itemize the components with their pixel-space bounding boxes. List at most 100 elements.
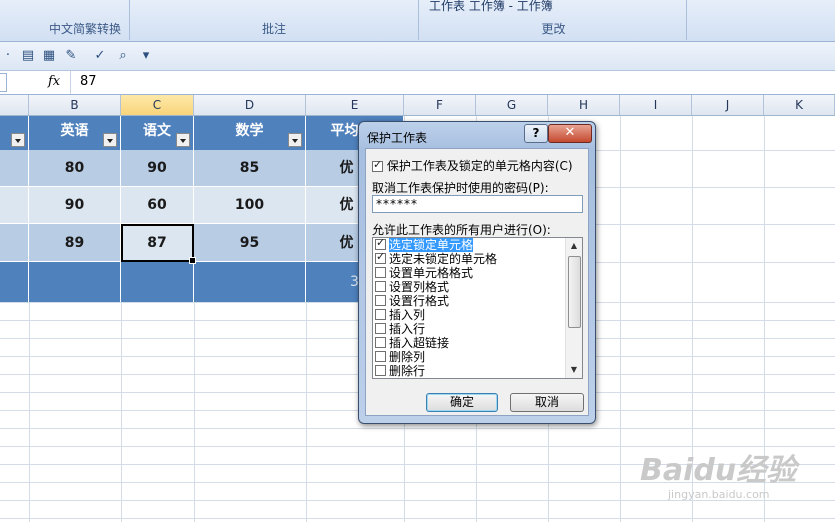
filter-dropdown-icon[interactable] (176, 133, 190, 147)
table-cell[interactable]: 60 (121, 187, 194, 224)
permission-checkbox[interactable] (375, 337, 386, 348)
protect-checkbox[interactable] (372, 158, 383, 172)
active-cell-selection[interactable] (121, 224, 196, 264)
password-label: 取消工作表保护时使用的密码(P): (372, 181, 549, 195)
column-header[interactable]: H (548, 95, 620, 115)
table-cell[interactable] (0, 187, 29, 224)
table-header-cell[interactable]: 英语 (29, 116, 121, 150)
table-cell[interactable] (0, 224, 29, 262)
column-header[interactable]: B (29, 95, 121, 115)
column-header-a[interactable] (0, 95, 29, 115)
header-english: 英语 (60, 123, 89, 139)
total-row-cell[interactable] (0, 262, 29, 302)
permission-checkbox[interactable] (375, 323, 386, 334)
column-header[interactable]: K (764, 95, 835, 115)
list-item[interactable]: 设置列格式 (375, 280, 565, 294)
scroll-up-icon[interactable]: ▲ (566, 238, 582, 254)
permission-checkbox[interactable] (375, 281, 386, 292)
print-preview-icon[interactable]: ⌕ (115, 48, 131, 64)
permissions-list[interactable]: 选定锁定单元格 选定未锁定的单元格 设置单元格格式 设置列格式 设置行格式 插入… (372, 237, 583, 379)
permission-checkbox[interactable] (375, 365, 386, 376)
list-item[interactable]: 插入行 (375, 322, 565, 336)
list-item[interactable]: 设置单元格格式 (375, 266, 565, 280)
filter-dropdown-icon[interactable] (288, 133, 302, 147)
spelling-icon[interactable]: ✓ (92, 48, 108, 64)
total-row-cell[interactable] (121, 262, 194, 302)
column-headers: B C D E F G H I J K (0, 95, 835, 116)
table-cell[interactable]: 95 (194, 224, 306, 262)
scroll-thumb[interactable] (568, 256, 581, 328)
protect-checkbox-label: 保护工作表及锁定的单元格内容(C) (386, 159, 573, 173)
grade-text: 优 (339, 235, 354, 251)
password-field[interactable]: ****** (372, 195, 583, 213)
permission-label: 设置行格式 (389, 294, 450, 308)
list-item[interactable]: 设置行格式 (375, 294, 565, 308)
list-item[interactable]: 插入列 (375, 308, 565, 322)
permission-label: 插入列 (389, 308, 426, 322)
formula-input[interactable]: 87 (80, 74, 97, 89)
grid-line (0, 518, 835, 519)
list-item[interactable]: 选定锁定单元格 (375, 238, 565, 252)
table-cell[interactable]: 80 (29, 150, 121, 187)
total-row-cell[interactable] (29, 262, 121, 302)
table-header-cell[interactable] (0, 116, 29, 150)
column-header[interactable]: F (404, 95, 476, 115)
table-cell[interactable] (0, 150, 29, 187)
form-icon[interactable]: ▤ (20, 48, 36, 64)
table-header-cell[interactable]: 数学 (194, 116, 306, 150)
column-header[interactable]: I (620, 95, 692, 115)
comment-icon[interactable]: ✎ (63, 48, 79, 64)
grade-text: 优 (339, 160, 354, 176)
header-average: 平均 (330, 123, 359, 139)
ribbon-group-comments: 批注 (130, 0, 419, 40)
permission-checkbox[interactable] (375, 238, 386, 250)
watermark-logo: Baidu经验 (640, 453, 797, 488)
cancel-button[interactable]: 取消 (510, 393, 584, 412)
list-item[interactable]: 选定未锁定的单元格 (375, 250, 565, 266)
help-button[interactable]: ? (524, 124, 548, 143)
grid-line (0, 428, 835, 429)
close-button[interactable]: ✕ (548, 124, 592, 143)
name-box[interactable] (0, 73, 7, 92)
ribbon-group-label: 更改 (541, 22, 566, 36)
list-item[interactable]: 删除列 (375, 350, 565, 364)
ribbon-group-label: 中文简繁转换 (48, 22, 121, 36)
permission-checkbox[interactable] (375, 351, 386, 362)
column-header[interactable]: E (306, 95, 404, 115)
separator-icon: · (5, 48, 11, 63)
permission-checkbox[interactable] (375, 250, 386, 264)
permission-checkbox[interactable] (375, 267, 386, 278)
filter-dropdown-icon[interactable] (103, 133, 117, 147)
list-item[interactable]: 删除行 (375, 364, 565, 378)
watermark-url: jingyan.baidu.com (668, 488, 770, 501)
permission-label: 设置列格式 (389, 280, 450, 294)
ribbon-changes-items[interactable]: 工作表 工作簿 - 工作簿 (429, 0, 553, 14)
ok-button[interactable]: 确定 (426, 393, 498, 412)
quick-access-toolbar: · ▤ ▦ ✎ ✓ ⌕ ▾ (0, 42, 835, 71)
dialog-title: 保护工作表 (367, 131, 428, 145)
table-cell[interactable]: 100 (194, 187, 306, 224)
column-header[interactable]: C (121, 95, 194, 115)
insert-function-icon[interactable]: fx (48, 74, 60, 89)
column-header[interactable]: D (194, 95, 306, 115)
permission-label: 删除行 (389, 364, 426, 378)
permission-label: 删除列 (389, 350, 426, 364)
permission-label: 选定锁定单元格 (389, 238, 474, 252)
table-header-cell[interactable]: 语文 (121, 116, 194, 150)
table-cell[interactable]: 89 (29, 224, 121, 262)
column-header[interactable]: J (692, 95, 764, 115)
table-cell[interactable]: 85 (194, 150, 306, 187)
column-header[interactable]: G (476, 95, 548, 115)
permission-checkbox[interactable] (375, 309, 386, 320)
table-icon[interactable]: ▦ (41, 48, 57, 64)
total-row-cell[interactable] (194, 262, 306, 302)
customize-toolbar-icon[interactable]: ▾ (138, 48, 154, 64)
scroll-down-icon[interactable]: ▼ (566, 362, 582, 378)
protect-option[interactable]: 保护工作表及锁定的单元格内容(C) (372, 157, 573, 174)
filter-dropdown-icon[interactable] (11, 133, 25, 147)
permission-checkbox[interactable] (375, 295, 386, 306)
list-item[interactable]: 插入超链接 (375, 336, 565, 350)
list-scrollbar[interactable]: ▲ ▼ (565, 238, 582, 378)
table-cell[interactable]: 90 (29, 187, 121, 224)
table-cell[interactable]: 90 (121, 150, 194, 187)
